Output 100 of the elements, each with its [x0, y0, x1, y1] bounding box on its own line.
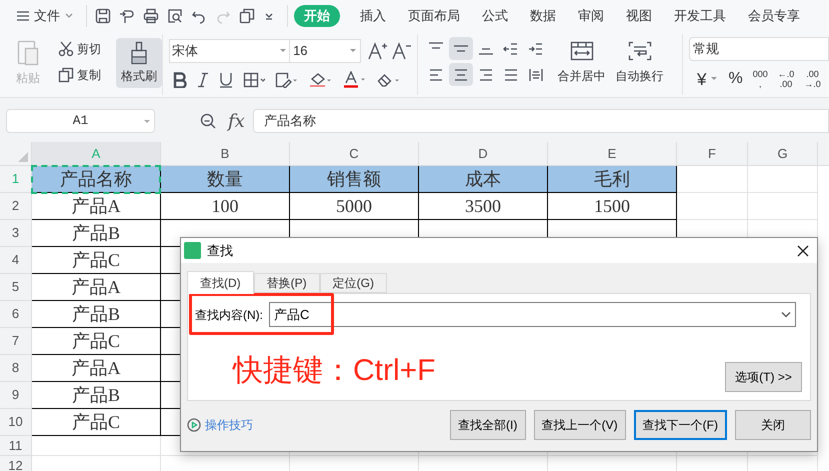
brush-icon	[129, 41, 149, 65]
fill-color-icon[interactable]	[275, 72, 300, 88]
table-cell: 产品B	[32, 382, 161, 409]
merge-cells-icon	[570, 41, 594, 61]
eraser-icon[interactable]	[377, 72, 402, 88]
row-header[interactable]: 6	[0, 301, 32, 328]
merge-center-button[interactable]: 合并居中	[558, 41, 606, 85]
bold-icon[interactable]	[173, 72, 188, 88]
table-cell: 5000	[290, 193, 419, 220]
border-icon[interactable]	[243, 72, 266, 88]
align-center-button[interactable]	[448, 63, 473, 86]
font-size-field[interactable]: 16	[290, 39, 362, 63]
font-name-value: 宋体	[172, 42, 198, 60]
column-header[interactable]: G	[748, 142, 818, 165]
copy-icon	[58, 67, 74, 83]
align-right-icon	[478, 66, 494, 82]
column-header[interactable]: C	[290, 142, 419, 165]
font-color-icon[interactable]	[343, 71, 368, 88]
align-justify-icon	[502, 66, 519, 82]
save-icon[interactable]	[95, 8, 111, 24]
column-header[interactable]: D	[419, 142, 548, 165]
dialog-button[interactable]: 查找下一个(F)	[634, 410, 727, 440]
table-cell: 毛利	[548, 166, 677, 193]
dialog-title: 查找	[207, 242, 233, 260]
row-header[interactable]: 9	[0, 382, 32, 409]
row-header[interactable]: 10	[0, 409, 32, 436]
caret-icon	[349, 48, 358, 54]
menu-tab[interactable]: 视图	[616, 5, 662, 27]
menu-tab[interactable]: 页面布局	[398, 5, 470, 27]
zoom-icon[interactable]	[200, 113, 216, 129]
annotation-text: 快捷键：Ctrl+F	[233, 354, 436, 388]
format-painter-button[interactable]: 格式刷	[116, 38, 162, 88]
close-icon[interactable]	[797, 244, 809, 256]
align-center-icon	[452, 66, 469, 82]
decimal-places-button[interactable]: ←.0 .00	[778, 69, 794, 89]
menu-tab[interactable]: 数据	[520, 5, 566, 27]
column-header[interactable]: B	[161, 142, 290, 165]
dialog-button[interactable]: 关闭	[735, 410, 811, 440]
align-middle-button[interactable]	[448, 37, 473, 60]
file-menu[interactable]: 文件	[12, 3, 78, 29]
decimal-places-button[interactable]: .00 →.0	[804, 69, 821, 89]
fill-bucket-icon[interactable]	[309, 72, 334, 88]
row-header[interactable]: 8	[0, 355, 32, 382]
print-icon[interactable]	[143, 8, 159, 24]
dialog-tab[interactable]: 定位(G)	[320, 273, 387, 293]
scissors-icon	[58, 41, 74, 57]
thousands-separator-button[interactable]: 000 ,	[752, 69, 768, 89]
options-button[interactable]: 选项(T) >>	[725, 362, 802, 392]
print-preview-icon[interactable]	[167, 8, 183, 24]
tips-link[interactable]: 操作技巧	[187, 416, 253, 434]
table-cell: 100	[161, 193, 290, 220]
formula-field[interactable]: 产品名称	[252, 109, 829, 133]
wrap-text-icon	[628, 41, 652, 61]
menu-tab[interactable]: 审阅	[568, 5, 614, 27]
copy-icon[interactable]	[239, 8, 255, 24]
search-field[interactable]: 产品C	[269, 302, 796, 327]
share-icon[interactable]	[119, 8, 135, 24]
dialog-button[interactable]: 查找全部(I)	[450, 410, 526, 440]
italic-icon[interactable]	[197, 72, 210, 88]
row-header[interactable]: 4	[0, 247, 32, 274]
column-header[interactable]: F	[677, 142, 748, 165]
table-cell: 产品C	[32, 328, 161, 355]
increase-font-icon[interactable]	[367, 42, 388, 60]
row-header[interactable]: 7	[0, 328, 32, 355]
dialog-tab[interactable]: 查找(D)	[187, 271, 254, 294]
font-name-field[interactable]: 宋体	[169, 39, 290, 63]
name-box[interactable]: A1	[6, 109, 155, 133]
number-format-value: 常规	[693, 40, 719, 58]
wrap-text-button[interactable]: 自动换行	[616, 41, 664, 85]
copy-button[interactable]: 复制	[58, 66, 116, 84]
column-header[interactable]: E	[548, 142, 677, 165]
menu-tab[interactable]: 开发工具	[664, 5, 736, 27]
align-bottom-icon	[478, 48, 494, 55]
clipboard-icon	[17, 38, 39, 66]
dialog-tab[interactable]: 替换(P)	[254, 273, 320, 293]
dialog-button[interactable]: 查找上一个(V)	[534, 410, 626, 440]
number-format-field[interactable]: 常规	[689, 37, 829, 61]
percent-button[interactable]: %	[728, 71, 743, 87]
row-header[interactable]: 5	[0, 274, 32, 301]
align-middle-icon	[452, 45, 469, 52]
row-header[interactable]: 12	[0, 456, 32, 471]
menu-tab[interactable]: 公式	[472, 5, 518, 27]
cut-button[interactable]: 剪切	[58, 40, 116, 58]
row-header[interactable]: 2	[0, 193, 32, 220]
row-header[interactable]: 11	[0, 436, 32, 456]
chevron-down-icon	[64, 12, 74, 20]
app-logo-icon	[184, 242, 201, 259]
menu-tab[interactable]: 插入	[350, 5, 396, 27]
underline-icon[interactable]	[219, 72, 234, 88]
menu-icon	[16, 10, 30, 22]
align-left-icon	[428, 66, 444, 82]
function-button[interactable]: fx	[228, 108, 245, 134]
currency-button[interactable]: ¥	[697, 70, 706, 88]
table-cell: 产品名称	[32, 166, 161, 193]
table-cell: 1500	[548, 193, 677, 220]
row-header[interactable]: 3	[0, 220, 32, 247]
table-cell: 产品A	[32, 355, 161, 382]
menu-tab[interactable]: 会员专享	[738, 5, 810, 27]
table-cell: 产品B	[32, 301, 161, 328]
decrease-font-icon[interactable]	[391, 42, 412, 60]
